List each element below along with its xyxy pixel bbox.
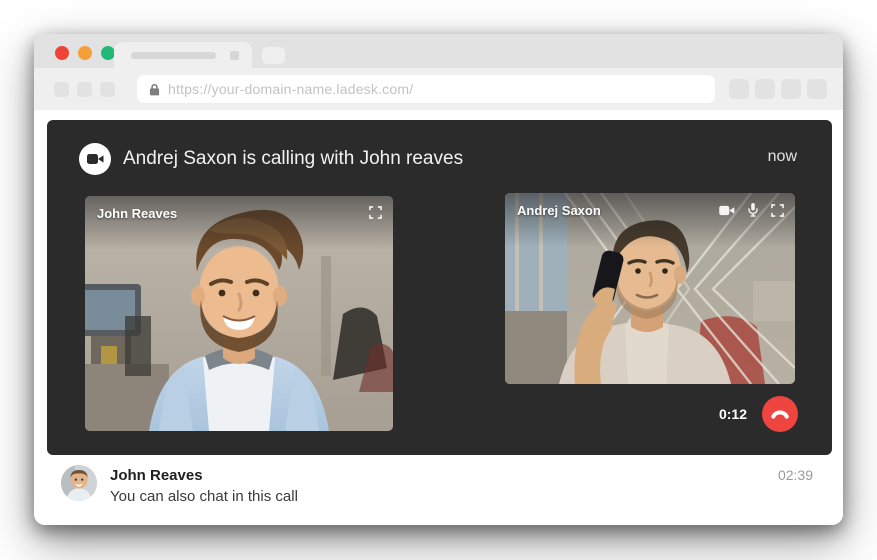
toolbar-button-2[interactable] bbox=[755, 79, 775, 99]
page-content: Andrej Saxon is calling with John reaves… bbox=[34, 110, 843, 525]
expand-icon[interactable] bbox=[771, 204, 784, 217]
browser-toolbar: https://your-domain-name.ladesk.com/ bbox=[34, 68, 843, 110]
call-time-badge: now bbox=[768, 148, 797, 166]
chat-timestamp: 02:39 bbox=[778, 465, 813, 507]
reload-button[interactable] bbox=[100, 82, 115, 97]
url-text: https://your-domain-name.ladesk.com/ bbox=[168, 81, 413, 97]
tab-title-placeholder bbox=[131, 52, 216, 59]
video-label-john-reaves: John Reaves bbox=[97, 206, 177, 221]
video-controls-right bbox=[719, 203, 784, 217]
minimize-window-button[interactable] bbox=[78, 46, 92, 60]
toolbar-button-3[interactable] bbox=[781, 79, 801, 99]
video-overlay bbox=[505, 193, 795, 247]
chat-texts: John Reaves You can also chat in this ca… bbox=[110, 465, 778, 507]
call-type-badge bbox=[79, 143, 111, 175]
call-footer: 0:12 bbox=[719, 396, 798, 432]
avatar-image bbox=[61, 465, 97, 501]
browser-window: https://your-domain-name.ladesk.com/ And… bbox=[34, 34, 843, 525]
page: https://your-domain-name.ladesk.com/ And… bbox=[0, 0, 877, 560]
forward-button[interactable] bbox=[77, 82, 92, 97]
window-controls bbox=[55, 46, 115, 60]
hangup-phone-icon bbox=[769, 408, 791, 420]
new-tab-button[interactable] bbox=[262, 47, 285, 64]
video-feed-andrej-saxon: Andrej Saxon bbox=[505, 193, 795, 384]
address-bar[interactable]: https://your-domain-name.ladesk.com/ bbox=[137, 75, 715, 103]
video-label-andrej-saxon: Andrej Saxon bbox=[517, 203, 601, 218]
toolbar-button-1[interactable] bbox=[729, 79, 749, 99]
tab-close-icon[interactable] bbox=[230, 51, 239, 60]
expand-icon[interactable] bbox=[369, 206, 382, 219]
chat-message-row[interactable]: John Reaves You can also chat in this ca… bbox=[61, 465, 813, 507]
mic-icon[interactable] bbox=[748, 203, 758, 217]
toolbar-buttons bbox=[729, 79, 827, 99]
avatar bbox=[61, 465, 97, 501]
back-button[interactable] bbox=[54, 82, 69, 97]
call-timer: 0:12 bbox=[719, 406, 747, 422]
lock-icon bbox=[149, 83, 160, 96]
call-title: Andrej Saxon is calling with John reaves bbox=[123, 143, 463, 175]
video-controls-left bbox=[369, 206, 382, 219]
chat-author: John Reaves bbox=[110, 465, 778, 486]
chat-message: You can also chat in this call bbox=[110, 486, 778, 507]
toolbar-button-4[interactable] bbox=[807, 79, 827, 99]
camera-icon[interactable] bbox=[719, 205, 735, 216]
hangup-button[interactable] bbox=[762, 396, 798, 432]
browser-tab[interactable] bbox=[114, 42, 252, 68]
video-camera-icon bbox=[87, 153, 104, 165]
video-call-panel: Andrej Saxon is calling with John reaves… bbox=[47, 120, 832, 455]
video-overlay bbox=[85, 196, 393, 250]
video-feed-john-reaves: John Reaves bbox=[85, 196, 393, 431]
tab-strip bbox=[34, 34, 843, 68]
maximize-window-button[interactable] bbox=[101, 46, 115, 60]
close-window-button[interactable] bbox=[55, 46, 69, 60]
nav-buttons bbox=[54, 82, 115, 97]
